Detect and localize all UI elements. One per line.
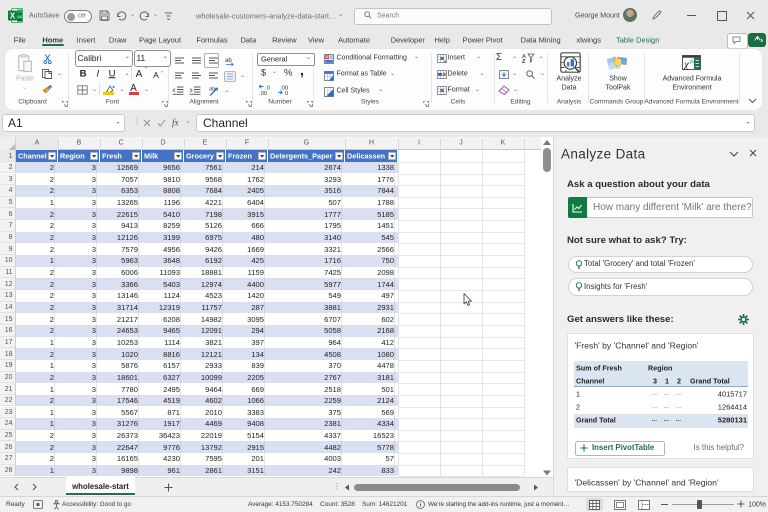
svg-text:X: X — [10, 12, 16, 21]
svg-text:fx: fx — [690, 58, 695, 65]
svg-text:.00: .00 — [259, 91, 267, 95]
svg-text:0: 0 — [285, 91, 288, 95]
svg-text:ab: ab — [209, 86, 215, 92]
